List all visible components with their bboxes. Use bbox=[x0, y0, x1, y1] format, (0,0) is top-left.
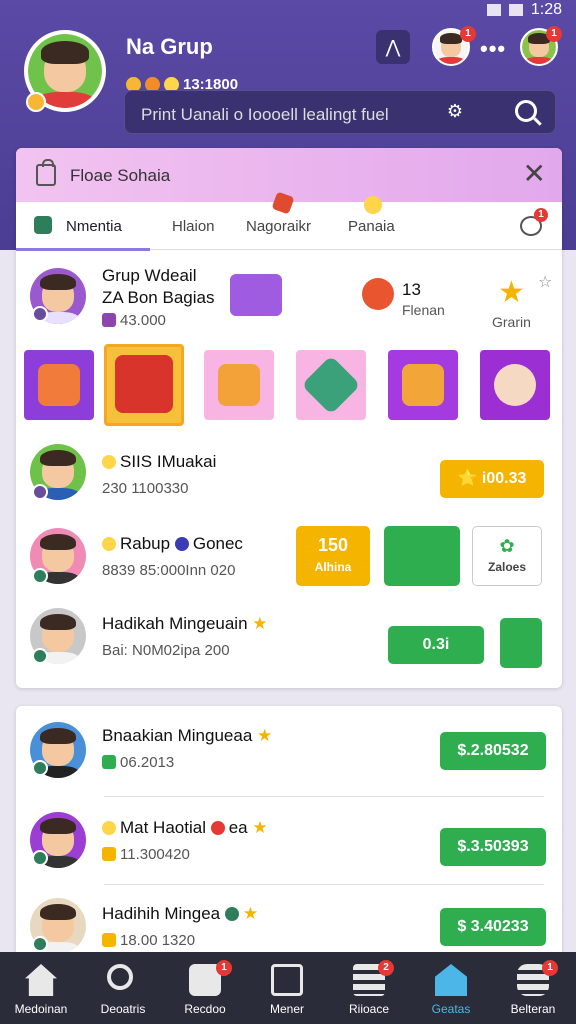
tile-box[interactable] bbox=[388, 350, 458, 420]
list-icon bbox=[271, 964, 303, 996]
nav-coins[interactable]: 1 Belteran bbox=[492, 952, 574, 1024]
favorite-icon[interactable]: ☆ bbox=[538, 272, 552, 292]
player-name: Hadikah Mingeuain ★ bbox=[102, 614, 268, 633]
nav-badge: 1 bbox=[542, 960, 558, 976]
shopping-bag-icon bbox=[36, 159, 56, 186]
player-name: SIIS IMuakai bbox=[102, 452, 216, 472]
player-score: 06.2013 bbox=[102, 754, 174, 771]
divider bbox=[104, 796, 544, 797]
battery-icon bbox=[508, 4, 523, 16]
tile-chest[interactable] bbox=[204, 350, 274, 420]
player-score: Bai: N0M02ipa 200 bbox=[102, 642, 230, 659]
active-tab-indicator bbox=[16, 248, 150, 251]
panel-title: Floae Sohaia bbox=[70, 166, 171, 185]
stat-value: 13 bbox=[402, 280, 421, 299]
gift-icon[interactable] bbox=[384, 526, 460, 586]
amount-button[interactable]: $.3.50393 bbox=[440, 828, 546, 866]
nav-menu[interactable]: Mener bbox=[246, 952, 328, 1024]
player-name: Hadihih Mingea ★ bbox=[102, 904, 259, 923]
notification-badge-2: 1 bbox=[546, 26, 562, 42]
nav-badge: 2 bbox=[378, 960, 394, 976]
tab-nagoraikr[interactable]: Nagoraikr bbox=[246, 218, 311, 235]
status-dot-icon bbox=[32, 936, 48, 952]
tile-tiger[interactable] bbox=[24, 350, 94, 420]
tab-panaia[interactable]: Panaia bbox=[348, 218, 395, 235]
nav-stack[interactable]: 2 Riioace bbox=[328, 952, 410, 1024]
status-dot-icon bbox=[32, 306, 48, 322]
search-icon[interactable] bbox=[515, 100, 537, 122]
shop-icon bbox=[34, 216, 52, 234]
tile-cat[interactable] bbox=[480, 350, 550, 420]
player-score: 18.00 1320 bbox=[102, 932, 195, 949]
group-name: Grup Wdeail bbox=[102, 266, 197, 285]
status-bar: 1:28 bbox=[486, 0, 562, 20]
check-icon[interactable] bbox=[500, 618, 542, 668]
status-dot-icon bbox=[32, 648, 48, 664]
notification-badge: 1 bbox=[460, 26, 476, 42]
angry-emoji-icon bbox=[362, 278, 394, 310]
status-time: 1:28 bbox=[530, 1, 562, 18]
close-icon[interactable]: ✕ bbox=[523, 160, 546, 188]
search-bar[interactable]: Print Uanali o Ioooell lealingt fuel ⚙ bbox=[124, 90, 556, 134]
signal-icon bbox=[486, 4, 501, 16]
status-dot-icon bbox=[32, 568, 48, 584]
search-input[interactable]: Print Uanali o Ioooell lealingt fuel bbox=[141, 105, 389, 125]
player-score: 230 1100330 bbox=[102, 480, 189, 497]
player-name: Rabup Gonec bbox=[102, 534, 243, 554]
player-action-button[interactable]: 0.3i bbox=[388, 626, 484, 664]
stat-label: Flenan bbox=[402, 302, 445, 318]
group-panel: Floae Sohaia ✕ Nmentia Hlaion Nagoraikr … bbox=[16, 148, 562, 688]
status-dot-icon bbox=[32, 484, 48, 500]
player-name: Bnaakian Mingueaa ★ bbox=[102, 726, 273, 745]
player-action-button[interactable]: ⭐ i00.33 bbox=[440, 460, 544, 498]
page-title: Na Grup bbox=[126, 34, 213, 59]
tile-gem[interactable] bbox=[296, 350, 366, 420]
emoji-icon bbox=[364, 196, 382, 214]
amount-button[interactable]: $ 3.40233 bbox=[440, 908, 546, 946]
reward-tiles bbox=[16, 344, 562, 426]
bonus-button[interactable]: 150 Alhina bbox=[296, 526, 370, 586]
star-label: Grarin bbox=[492, 314, 531, 330]
player-name: Mat Haotial ea ★ bbox=[102, 818, 268, 838]
nav-search[interactable]: Deoatris bbox=[82, 952, 164, 1024]
status-dot-icon bbox=[32, 850, 48, 866]
group-subtitle: ZA Bon Bagias bbox=[102, 288, 215, 307]
shop-icon bbox=[435, 964, 467, 996]
player-score: 11.300420 bbox=[102, 846, 190, 863]
robot-icon[interactable] bbox=[230, 274, 282, 316]
stat-button[interactable]: ✿ Zaloes bbox=[472, 526, 542, 586]
tree-icon[interactable]: ⋀ bbox=[376, 30, 410, 64]
group-amount: 43.000 bbox=[102, 312, 166, 329]
home-icon bbox=[25, 964, 57, 996]
bottom-navigation: Medoinan Deoatris 1 Recdoo Mener 2 Riioa… bbox=[0, 952, 576, 1024]
status-dot-icon bbox=[32, 760, 48, 776]
leaderboard-panel: Bnaakian Mingueaa ★ 06.2013 $.2.80532 Ma… bbox=[16, 706, 562, 966]
tab-bar: Nmentia Hlaion Nagoraikr Panaia 1 bbox=[16, 191, 562, 251]
nav-shop[interactable]: Geatas bbox=[410, 952, 492, 1024]
amount-button[interactable]: $.2.80532 bbox=[440, 732, 546, 770]
nav-home[interactable]: Medoinan bbox=[0, 952, 82, 1024]
clover-icon: ✿ bbox=[499, 536, 515, 556]
nav-gifts[interactable]: 1 Recdoo bbox=[164, 952, 246, 1024]
chat-badge: 1 bbox=[534, 208, 548, 222]
star-icon: ★ bbox=[498, 276, 525, 309]
level-badge-icon bbox=[26, 92, 46, 112]
more-options-icon[interactable]: ••• bbox=[480, 36, 506, 62]
nav-badge: 1 bbox=[216, 960, 232, 976]
tab-nmentia[interactable]: Nmentia bbox=[66, 218, 122, 235]
tile-shield[interactable] bbox=[104, 344, 184, 426]
panel-header: Floae Sohaia ✕ bbox=[16, 148, 562, 202]
tab-hlaion[interactable]: Hlaion bbox=[172, 218, 215, 235]
filter-icon[interactable]: ⚙ bbox=[443, 101, 467, 125]
search-icon bbox=[107, 964, 133, 990]
player-score: 8839 85:000Inn 020 bbox=[102, 562, 236, 579]
divider bbox=[104, 884, 544, 885]
group-summary-row[interactable]: Grup Wdeail ZA Bon Bagias 43.000 13 Flen… bbox=[16, 266, 562, 336]
